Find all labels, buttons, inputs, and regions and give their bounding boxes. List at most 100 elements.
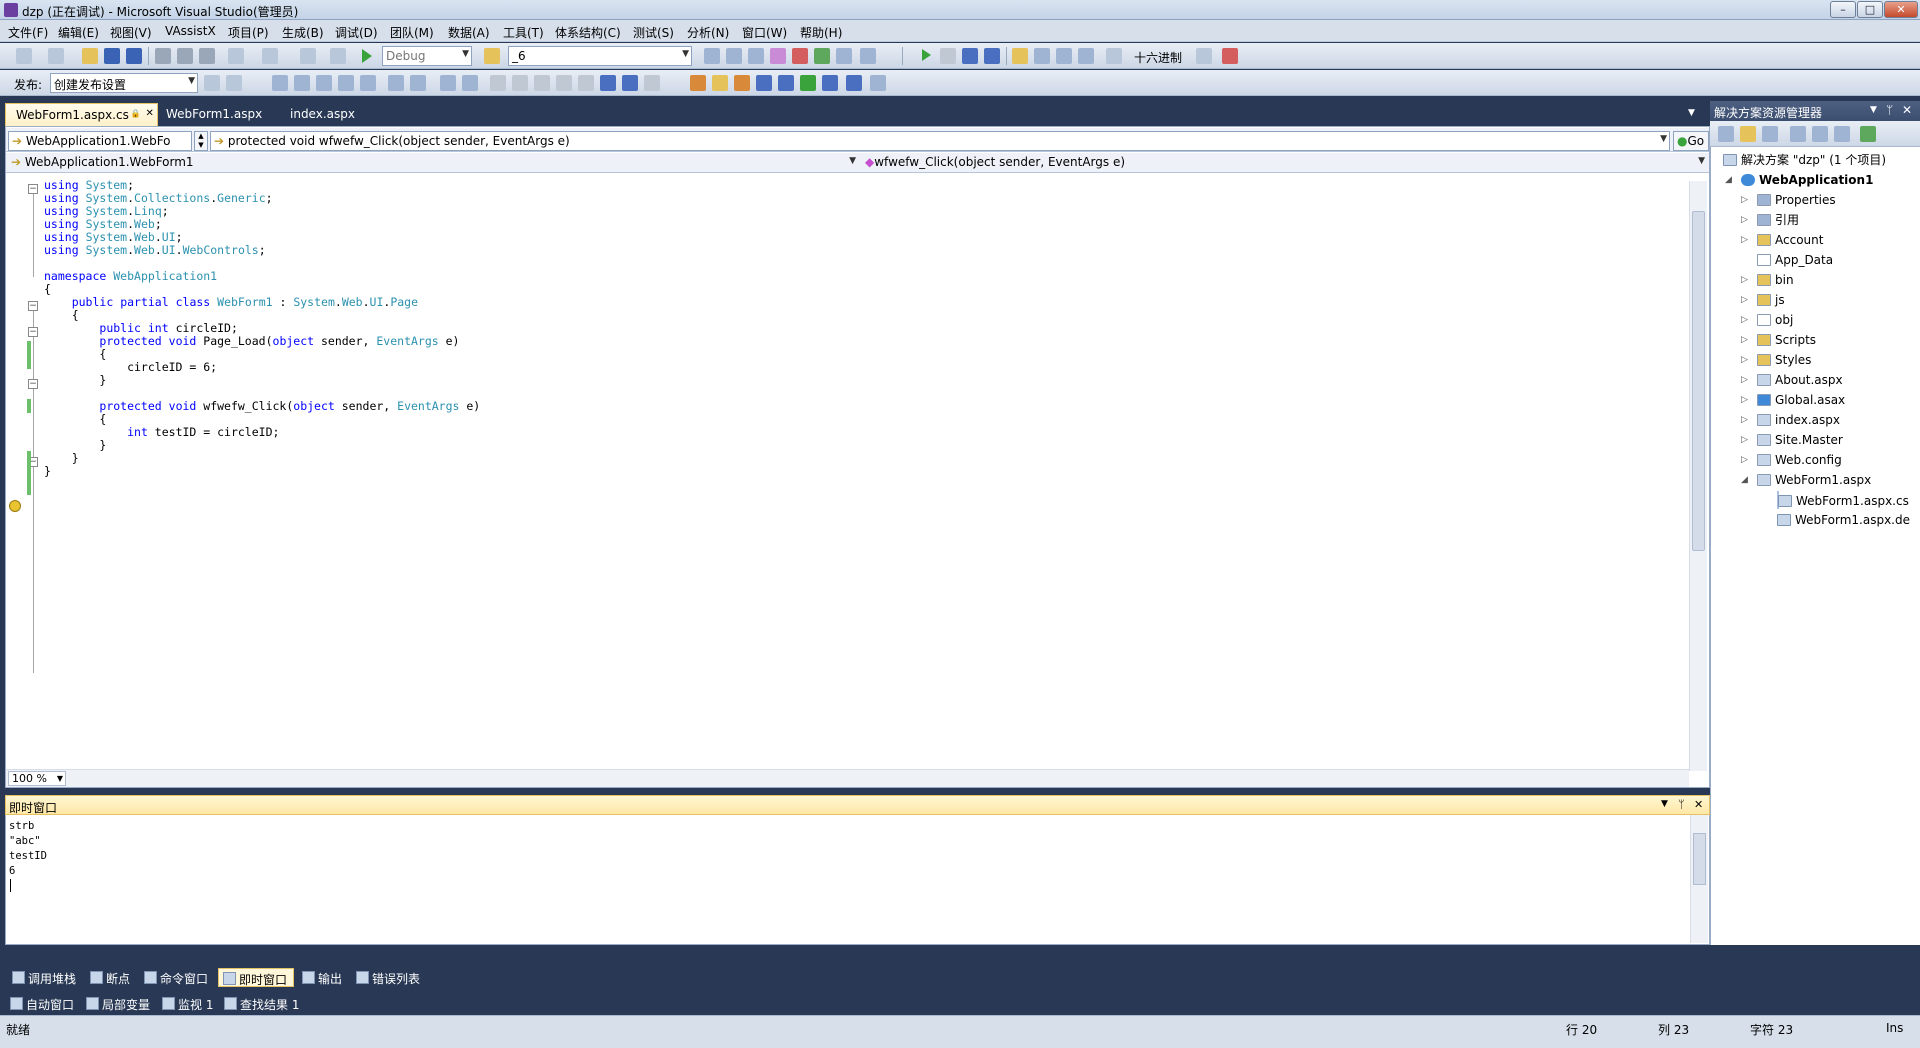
tab-list-dropdown-icon[interactable]: ▼ xyxy=(1688,108,1695,118)
copy-icon[interactable] xyxy=(177,48,193,64)
format-icon[interactable] xyxy=(272,75,288,91)
font-size-icon[interactable] xyxy=(338,75,354,91)
code-line[interactable]: public partial class WebForm1 : System.W… xyxy=(44,296,418,309)
menu-architecture[interactable]: 体系结构(C) xyxy=(555,24,621,41)
tab-webform1-aspx-cs[interactable]: WebForm1.aspx.cs 🔒 ✕ xyxy=(5,103,158,126)
tab-autos[interactable]: 自动窗口 xyxy=(6,994,80,1013)
add-item-icon[interactable] xyxy=(48,48,64,64)
show-all-files-icon[interactable] xyxy=(1740,126,1756,142)
menu-project[interactable]: 项目(P) xyxy=(228,24,269,41)
save-icon[interactable] xyxy=(104,48,120,64)
auto-hide-pin-icon[interactable]: ᛘ xyxy=(1678,798,1685,811)
properties-icon[interactable] xyxy=(1718,126,1734,142)
expand-arrow-icon[interactable]: ▷ xyxy=(1741,435,1748,445)
expand-arrow-icon[interactable]: ▷ xyxy=(1741,295,1748,305)
menu-data[interactable]: 数据(A) xyxy=(448,24,490,41)
tab-webform1-aspx[interactable]: WebForm1.aspx xyxy=(156,103,272,126)
tab-call-stack[interactable]: 调用堆栈 xyxy=(8,968,82,987)
vassistx-goto-icon[interactable] xyxy=(800,75,816,91)
immediate-vertical-scrollbar[interactable] xyxy=(1690,815,1708,943)
menu-vassistx[interactable]: VAssistX xyxy=(165,24,216,38)
solution-explorer-icon[interactable] xyxy=(704,48,720,64)
member-dropdown[interactable]: ◆wfwefw_Click(object sender, EventArgs e… xyxy=(862,154,1707,172)
type-dropdown[interactable]: ➔ WebApplication1.WebForm1 ▼ xyxy=(8,154,858,172)
menu-test[interactable]: 测试(S) xyxy=(633,24,674,41)
expand-arrow-icon[interactable]: ▷ xyxy=(1741,455,1748,465)
window-position-icon[interactable]: ▼ xyxy=(1870,105,1877,115)
vassistx-forward-icon[interactable] xyxy=(778,75,794,91)
code-line[interactable]: protected void wfwefw_Click(object sende… xyxy=(44,400,480,413)
menu-tools[interactable]: 工具(T) xyxy=(503,24,544,41)
code-line[interactable]: namespace WebApplication1 xyxy=(44,270,217,283)
navigation-spinner[interactable]: ▲ ▼ xyxy=(194,131,208,151)
quick-watch-icon[interactable] xyxy=(1106,48,1122,64)
code-line[interactable]: using System.Web.UI.WebControls; xyxy=(44,244,266,257)
immediate-window-output[interactable]: strb "abc" testID 6 xyxy=(9,819,47,879)
publish-settings-icon[interactable] xyxy=(226,75,242,91)
prev-bookmark-folder-icon[interactable] xyxy=(556,75,572,91)
start-page-icon[interactable] xyxy=(814,48,830,64)
prev-bookmark-doc-icon[interactable] xyxy=(600,75,616,91)
navigate-back-icon[interactable] xyxy=(300,48,316,64)
menu-analyze[interactable]: 分析(N) xyxy=(687,24,729,41)
expanded-arrow-icon[interactable]: ◢ xyxy=(1741,475,1748,485)
select-element-icon[interactable] xyxy=(294,75,310,91)
menu-help[interactable]: 帮助(H) xyxy=(800,24,842,41)
vassistx-refactor-icon[interactable] xyxy=(822,75,838,91)
increase-indent-icon[interactable] xyxy=(410,75,426,91)
open-file-icon[interactable] xyxy=(82,48,98,64)
step-into-icon[interactable] xyxy=(1034,48,1050,64)
scrollbar-thumb[interactable] xyxy=(1693,833,1706,885)
class-navigation-select[interactable]: ➔ WebApplication1.WebFo xyxy=(8,131,192,151)
break-all-icon[interactable] xyxy=(940,48,956,64)
menu-file[interactable]: 文件(F) xyxy=(8,24,48,41)
immediate-window[interactable]: strb "abc" testID 6 xyxy=(5,815,1710,945)
menu-team[interactable]: 团队(M) xyxy=(390,24,434,41)
start-debugging-icon[interactable] xyxy=(362,49,372,63)
tab-breakpoints[interactable]: 断点 xyxy=(86,968,136,987)
vassistx-list-methods-icon[interactable] xyxy=(734,75,750,91)
expand-arrow-icon[interactable]: ▷ xyxy=(1741,275,1748,285)
redo-icon[interactable] xyxy=(262,48,278,64)
code-text-area[interactable]: using System; using System.Collections.Ge… xyxy=(6,179,1686,529)
navigate-forward-icon[interactable] xyxy=(330,48,346,64)
stop-debugging-icon[interactable] xyxy=(962,48,978,64)
zoom-select[interactable]: 100 % ▼ xyxy=(8,771,66,786)
auto-hide-pin-icon[interactable]: ᛘ xyxy=(1886,103,1893,117)
menu-edit[interactable]: 编辑(E) xyxy=(58,24,99,41)
more-windows-icon[interactable] xyxy=(860,48,876,64)
undo-icon[interactable] xyxy=(228,48,244,64)
aspnet-config-icon[interactable] xyxy=(1860,126,1876,142)
menu-debug[interactable]: 调试(D) xyxy=(335,24,378,41)
comment-icon[interactable] xyxy=(440,75,456,91)
tab-find-results-1[interactable]: 查找结果 1 xyxy=(220,994,305,1013)
close-panel-icon[interactable]: ✕ xyxy=(1902,103,1912,117)
close-tab-icon[interactable]: ✕ xyxy=(145,108,153,119)
scrollbar-thumb[interactable] xyxy=(1692,211,1705,551)
tree-item-webform1-child[interactable]: WebForm1.aspx.cs xyxy=(1777,491,1909,509)
window-position-icon[interactable]: ▼ xyxy=(1661,799,1668,809)
properties-window-icon[interactable] xyxy=(726,48,742,64)
tab-watch-1[interactable]: 监视 1 xyxy=(158,994,219,1013)
close-panel-icon[interactable]: ✕ xyxy=(1694,798,1703,811)
refresh-icon[interactable] xyxy=(1762,126,1778,142)
member-navigation-select[interactable]: ➔ protected void wfwefw_Click(object sen… xyxy=(210,131,1670,151)
windows-dropdown-icon[interactable] xyxy=(1222,48,1238,64)
expand-arrow-icon[interactable]: ▷ xyxy=(1741,395,1748,405)
show-next-statement-icon[interactable] xyxy=(1012,48,1028,64)
vassistx-more-icon[interactable] xyxy=(870,75,886,91)
view-code-icon[interactable] xyxy=(1790,126,1806,142)
decrease-indent-icon[interactable] xyxy=(388,75,404,91)
tab-index-aspx[interactable]: index.aspx xyxy=(280,103,365,126)
tab-error-list[interactable]: 错误列表 xyxy=(352,968,426,987)
continue-icon[interactable] xyxy=(922,49,931,61)
expanded-arrow-icon[interactable]: ◢ xyxy=(1725,175,1732,185)
find-combo[interactable]: _6 ▼ xyxy=(508,46,692,66)
new-project-icon[interactable] xyxy=(16,48,32,64)
uncomment-icon[interactable] xyxy=(462,75,478,91)
maximize-button[interactable]: □ xyxy=(1857,1,1883,18)
next-bookmark-doc-icon[interactable] xyxy=(622,75,638,91)
vassistx-options-icon[interactable] xyxy=(846,75,862,91)
paste-icon[interactable] xyxy=(199,48,215,64)
close-window-button[interactable]: ✕ xyxy=(1884,1,1918,18)
